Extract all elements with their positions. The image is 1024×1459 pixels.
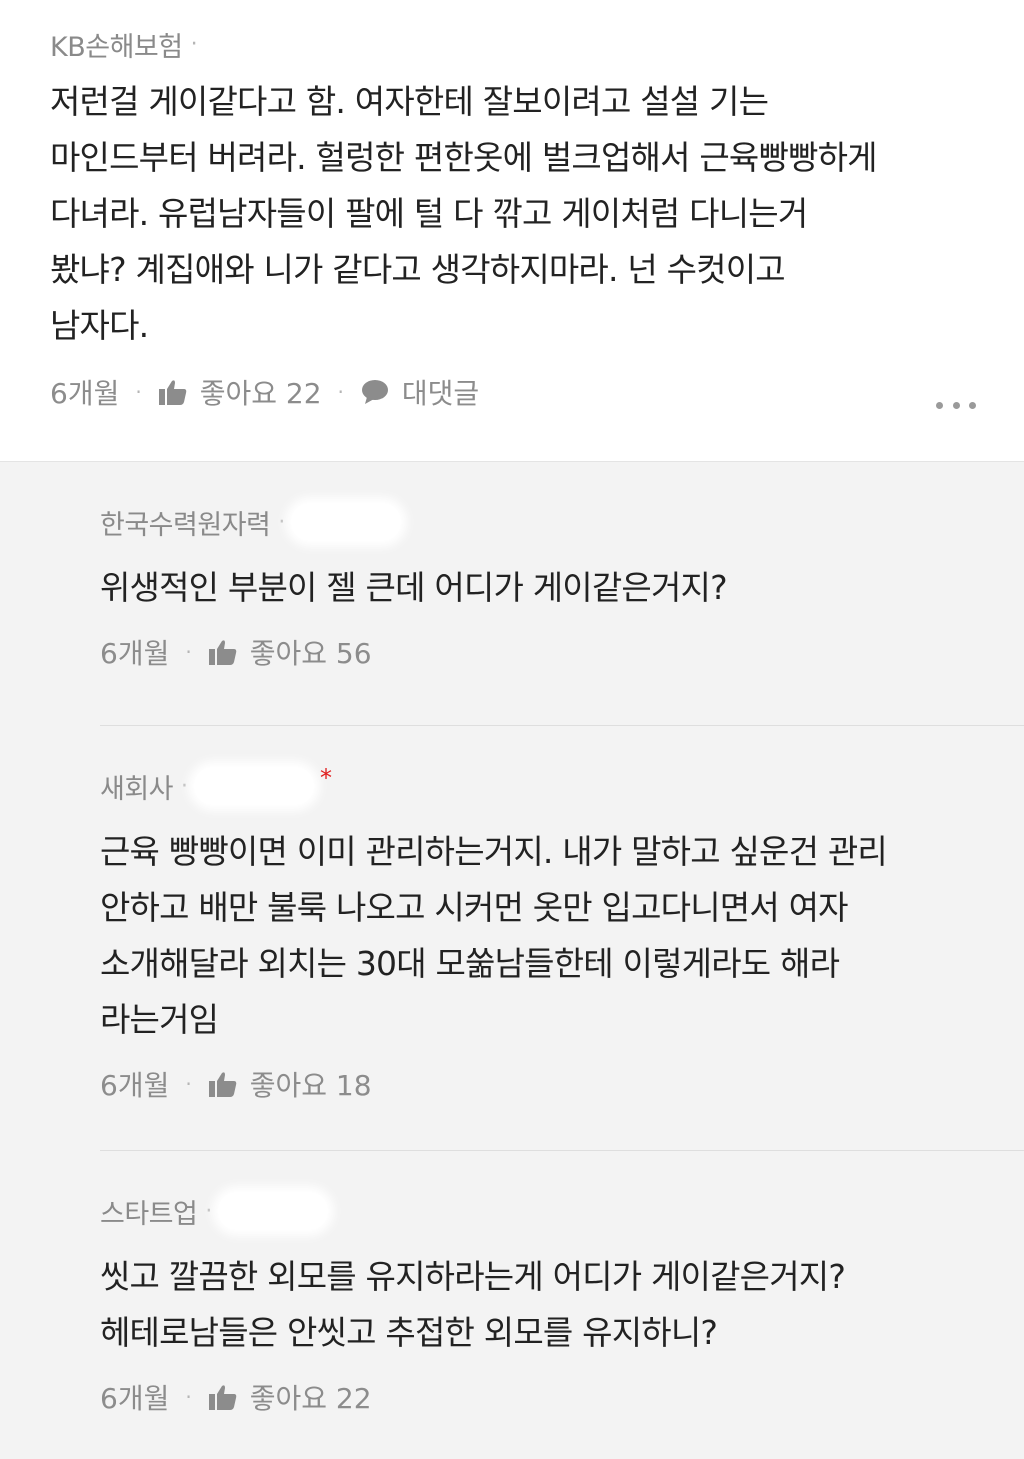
reply-author[interactable]: 새회사 xyxy=(100,767,174,806)
reply-meta: 6개월 · 좋아요 18 xyxy=(100,1062,984,1106)
reply-item: 한국수력원자력 · 위생적인 부분이 젤 큰데 어디가 게이같은거지? 6개월 … xyxy=(100,502,1024,674)
separator-dot: · xyxy=(185,1072,192,1096)
comment-text: 저런걸 게이같다고 함. 여자한테 잘보이려고 설설 기는 마인드부터 버려라.… xyxy=(50,82,878,345)
reply-author[interactable]: 한국수력원자력 xyxy=(100,503,271,542)
separator-dot: · xyxy=(185,640,192,664)
speech-bubble-icon xyxy=(360,377,390,407)
like-button[interactable]: 좋아요 22 xyxy=(208,1377,372,1417)
reply-label: 대댓글 xyxy=(401,377,480,410)
thumbs-up-icon xyxy=(208,1382,238,1412)
redacted-nickname xyxy=(218,1192,329,1230)
comment-author[interactable]: KB손해보험 xyxy=(50,25,183,64)
more-options-button[interactable] xyxy=(936,390,976,420)
reply-author-row: 한국수력원자력 · xyxy=(100,502,984,542)
reply-list: 한국수력원자력 · 위생적인 부분이 젤 큰데 어디가 게이같은거지? 6개월 … xyxy=(0,462,1024,1459)
thumbs-up-icon xyxy=(158,377,188,407)
separator-dot: · xyxy=(190,31,198,57)
like-label: 좋아요 22 xyxy=(249,1382,372,1415)
thumbs-up-icon xyxy=(208,637,238,667)
reply-time: 6개월 xyxy=(100,637,170,670)
reply-author[interactable]: 스타트업 xyxy=(100,1192,198,1231)
comment-author-row: KB손해보험 · xyxy=(50,24,974,64)
redacted-nickname xyxy=(194,767,315,805)
redacted-nickname xyxy=(291,503,402,541)
like-label: 좋아요 18 xyxy=(249,1069,372,1102)
reply-time: 6개월 xyxy=(100,1382,170,1415)
separator-dot: · xyxy=(135,380,142,404)
like-label: 좋아요 56 xyxy=(249,637,372,670)
separator-dot: · xyxy=(181,773,189,799)
thumbs-up-icon xyxy=(208,1069,238,1099)
separator-dot: · xyxy=(337,380,344,404)
separator-dot: · xyxy=(278,509,286,535)
reply-author-row: 스타트업 · xyxy=(100,1191,984,1231)
like-button[interactable]: 좋아요 18 xyxy=(208,1064,372,1104)
reply-author-row: 새회사 · * xyxy=(100,764,984,806)
separator-dot: · xyxy=(185,1385,192,1409)
more-dots-icon xyxy=(936,401,943,409)
reply-item: 스타트업 · 씻고 깔끔한 외모를 유지하라는게 어디가 게이같은거지? 헤테로… xyxy=(100,1150,1024,1419)
author-marker: * xyxy=(320,764,333,792)
separator-dot: · xyxy=(205,1198,213,1224)
reply-item: 새회사 · * 근육 빵빵이면 이미 관리하는거지. 내가 말하고 싶운건 관리… xyxy=(100,725,1024,1106)
reply-time: 6개월 xyxy=(100,1069,170,1102)
like-button[interactable]: 좋아요 56 xyxy=(208,632,372,672)
reply-meta: 6개월 · 좋아요 22 xyxy=(100,1375,984,1419)
reply-meta: 6개월 · 좋아요 56 xyxy=(100,630,984,674)
reply-text: 근육 빵빵이면 이미 관리하는거지. 내가 말하고 싶운건 관리 안하고 배만 … xyxy=(100,832,888,1039)
reply-text: 위생적인 부분이 젤 큰데 어디가 게이같은거지? xyxy=(100,568,728,607)
top-comment: KB손해보험 · 저런걸 게이같다고 함. 여자한테 잘보이려고 설설 기는 마… xyxy=(0,0,1024,462)
comment-time: 6개월 xyxy=(50,377,120,410)
like-label: 좋아요 22 xyxy=(199,377,322,410)
reply-button[interactable]: 대댓글 xyxy=(360,372,479,412)
reply-text: 씻고 깔끔한 외모를 유지하라는게 어디가 게이같은거지? 헤테로남들은 안씻고… xyxy=(100,1257,846,1352)
like-button[interactable]: 좋아요 22 xyxy=(158,372,322,412)
comment-meta: 6개월 · 좋아요 22 · 대댓글 xyxy=(50,370,974,414)
